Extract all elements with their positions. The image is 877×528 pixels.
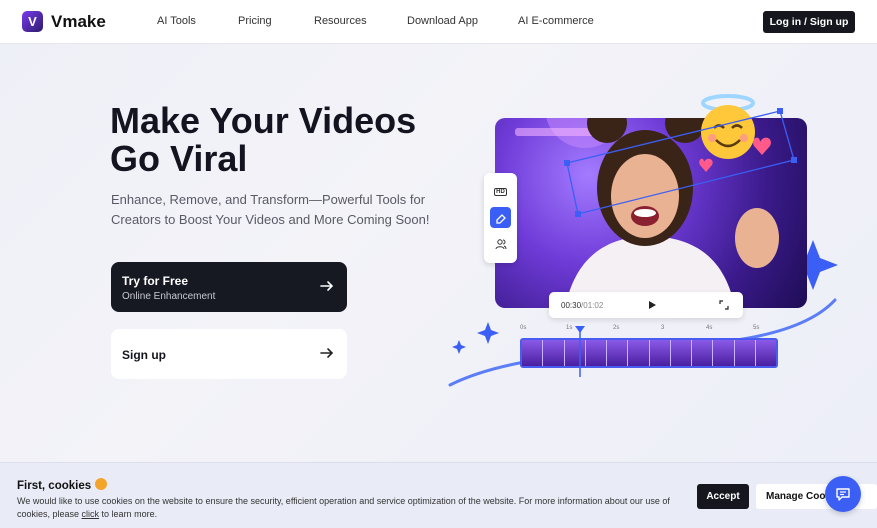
film-frame <box>692 340 714 366</box>
film-frame <box>607 340 629 366</box>
total-time: /01:02 <box>581 301 604 310</box>
film-frame <box>543 340 565 366</box>
arrow-right-icon <box>320 281 334 291</box>
film-frame <box>734 340 756 366</box>
film-frame <box>585 340 607 366</box>
film-frame <box>670 340 692 366</box>
cookie-description: We would like to use cookies on the webs… <box>17 495 677 520</box>
film-frame <box>628 340 650 366</box>
timecode: 00:30/01:02 <box>561 301 603 310</box>
tick-label: 3 <box>661 325 665 331</box>
cookie-title-text: First, cookies <box>17 480 92 492</box>
try-sublabel: Online Enhancement <box>122 291 216 302</box>
play-icon[interactable] <box>647 300 657 310</box>
chat-icon <box>836 488 850 501</box>
arrow-right-icon <box>320 348 334 358</box>
video-player-controls: 00:30/01:02 <box>549 292 743 318</box>
nav-resources[interactable]: Resources <box>314 15 367 27</box>
tick-label: 4s <box>706 325 713 331</box>
cookie-text-after: to learn more. <box>99 508 158 519</box>
top-header: V Vmake AI Tools Pricing Resources Downl… <box>0 0 877 44</box>
signup-label: Sign up <box>122 348 166 362</box>
login-signup-button[interactable]: Log in / Sign up <box>763 11 855 33</box>
nav-ai-tools[interactable]: AI Tools <box>157 15 196 27</box>
selection-box <box>564 108 797 217</box>
try-for-free-button[interactable]: Try for Free Online Enhancement <box>111 262 347 312</box>
playhead-marker[interactable] <box>574 325 586 377</box>
cookie-learn-more-link[interactable]: click <box>82 509 100 519</box>
vmake-logo-icon: V <box>22 11 43 32</box>
tick-label: 1s <box>566 325 573 331</box>
tool-panel: HD <box>484 173 517 263</box>
cookie-icon <box>95 478 108 490</box>
current-time: 00:30 <box>561 301 582 310</box>
film-frame <box>649 340 671 366</box>
film-frame <box>713 340 735 366</box>
eraser-icon <box>495 213 506 224</box>
cookie-banner: First, cookies We would like to use cook… <box>0 462 877 528</box>
try-label: Try for Free <box>122 274 189 288</box>
brand-logo[interactable]: V Vmake <box>22 11 106 32</box>
filmstrip-timeline[interactable] <box>520 338 778 368</box>
sign-up-button[interactable]: Sign up <box>111 329 347 379</box>
tick-label: 2s <box>613 325 620 331</box>
timeline-ruler: 0s 1s 2s 3 4s 5s <box>520 325 780 335</box>
brand-name: Vmake <box>51 11 106 31</box>
hd-enhance-tool[interactable]: HD <box>490 181 511 202</box>
users-icon <box>495 238 506 249</box>
hero-subtitle: Enhance, Remove, and Transform—Powerful … <box>111 192 430 227</box>
chat-support-button[interactable] <box>825 476 861 512</box>
film-frame <box>522 340 544 366</box>
tick-label: 0s <box>520 325 527 331</box>
nav-download-app[interactable]: Download App <box>407 15 478 27</box>
cookie-title: First, cookies <box>17 478 108 492</box>
fullscreen-icon[interactable] <box>719 300 729 310</box>
nav-pricing[interactable]: Pricing <box>238 15 272 27</box>
hero-title: Make Your Videos Go Viral <box>110 100 417 179</box>
person-tool[interactable] <box>490 233 511 254</box>
accept-cookies-button[interactable]: Accept <box>697 484 749 509</box>
nav-ai-ecommerce[interactable]: AI E-commerce <box>518 15 594 27</box>
film-frame <box>755 340 776 366</box>
hd-icon: HD <box>494 187 507 196</box>
eraser-tool[interactable] <box>490 207 511 228</box>
tick-label: 5s <box>753 325 760 331</box>
